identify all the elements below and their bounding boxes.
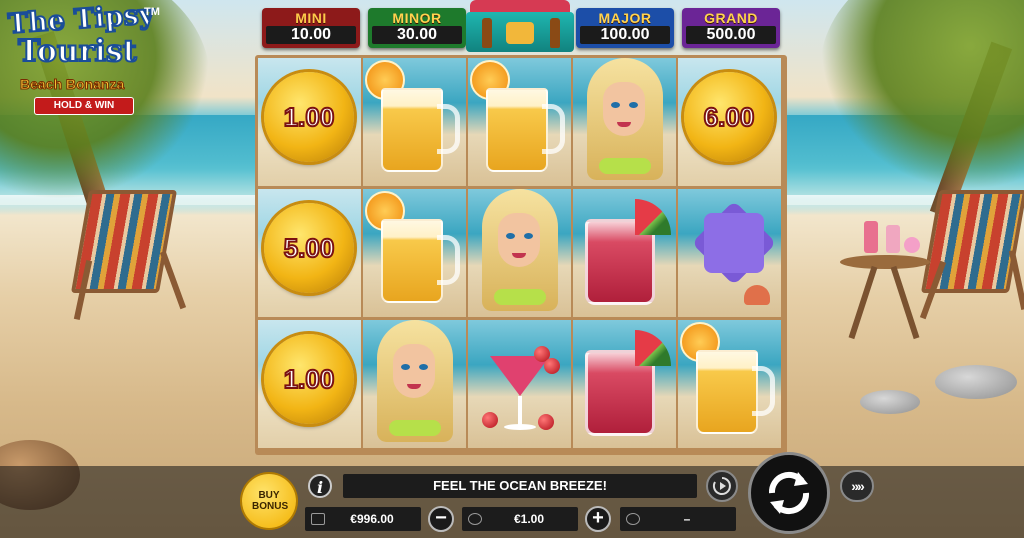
- buy-bonus-label: BUY BONUS: [252, 490, 289, 512]
- wallet-icon: [311, 513, 325, 525]
- tourist-girl-symbol: [573, 58, 676, 186]
- bet-display: €1.00: [462, 507, 578, 531]
- beach-rock: [860, 390, 920, 414]
- watermelon-drink-symbol: [573, 320, 676, 448]
- coin-symbol: 6.00: [678, 58, 781, 186]
- logo-trademark: TM: [144, 6, 160, 18]
- coin-symbol: 1.00: [258, 320, 361, 448]
- beach-chair-right: [919, 190, 1024, 320]
- beer-mug-symbol: [363, 58, 466, 186]
- increase-bet-button[interactable]: +: [585, 506, 611, 532]
- hold-and-win-badge: HOLD & WIN: [34, 97, 134, 115]
- jackpot-major: MAJOR 100.00: [576, 8, 674, 48]
- jackpot-value: 500.00: [686, 26, 776, 44]
- jackpot-mini: MINI 10.00: [262, 8, 360, 48]
- cherry-cocktail-symbol: [468, 320, 571, 448]
- cooler-box-emblem: [466, 0, 574, 52]
- coin-value: 5.00: [283, 232, 336, 264]
- jackpot-value: 10.00: [266, 26, 356, 44]
- coin-value: 1.00: [283, 101, 336, 133]
- starfish-symbol: [678, 189, 781, 317]
- minus-icon: −: [435, 507, 447, 529]
- bet-value: €1.00: [513, 512, 545, 526]
- spin-button[interactable]: [748, 452, 830, 534]
- beach-chair-left: [70, 190, 190, 320]
- play-circle-icon: [712, 477, 731, 495]
- trophy-icon: [626, 513, 640, 525]
- fast-forward-icon: »»: [851, 478, 865, 494]
- logo-subtitle: Beach Bonanza: [19, 76, 125, 93]
- win-display: –: [620, 507, 736, 531]
- turbo-button[interactable]: »»: [840, 470, 874, 502]
- coin-value: 6.00: [703, 101, 756, 133]
- jackpot-label: GRAND: [704, 10, 758, 26]
- coin-symbol: 5.00: [258, 189, 361, 317]
- jackpot-label: MAJOR: [598, 10, 652, 26]
- win-value: –: [683, 512, 691, 526]
- spin-arrows-icon: [768, 471, 810, 515]
- side-table-with-drinks: [840, 221, 930, 345]
- reel-grid: 1.00 6.00 5.00 1.00: [255, 55, 787, 455]
- balance-display: €996.00: [305, 507, 421, 531]
- coin-symbol: 1.00: [258, 58, 361, 186]
- beer-mug-symbol: [678, 320, 781, 448]
- jackpot-minor: MINOR 30.00: [368, 8, 466, 48]
- coin-value: 1.00: [283, 363, 336, 395]
- game-logo: The Tipsy TM Tourist Beach Bonanza HOLD …: [4, 0, 164, 116]
- tourist-girl-symbol: [468, 189, 571, 317]
- info-button[interactable]: i: [308, 474, 332, 498]
- jackpot-grand: GRAND 500.00: [682, 8, 780, 48]
- tourist-girl-symbol: [363, 320, 466, 448]
- plus-icon: +: [592, 507, 604, 529]
- jackpot-value: 30.00: [372, 26, 462, 44]
- message-banner: FEEL THE OCEAN BREEZE!: [343, 474, 697, 498]
- info-icon: i: [316, 478, 324, 497]
- autoplay-button[interactable]: [706, 470, 738, 502]
- balance-value: €996.00: [350, 512, 394, 526]
- jackpot-label: MINI: [295, 10, 327, 26]
- coin-stack-icon: [468, 513, 482, 525]
- beach-rock: [935, 365, 1017, 399]
- beer-mug-symbol: [468, 58, 571, 186]
- jackpot-label: MINOR: [392, 10, 442, 26]
- decrease-bet-button[interactable]: −: [428, 506, 454, 532]
- jackpot-value: 100.00: [580, 26, 670, 44]
- buy-bonus-button[interactable]: BUY BONUS: [242, 474, 296, 528]
- watermelon-drink-symbol: [573, 189, 676, 317]
- logo-line2: Tourist: [17, 33, 138, 70]
- beer-mug-symbol: [363, 189, 466, 317]
